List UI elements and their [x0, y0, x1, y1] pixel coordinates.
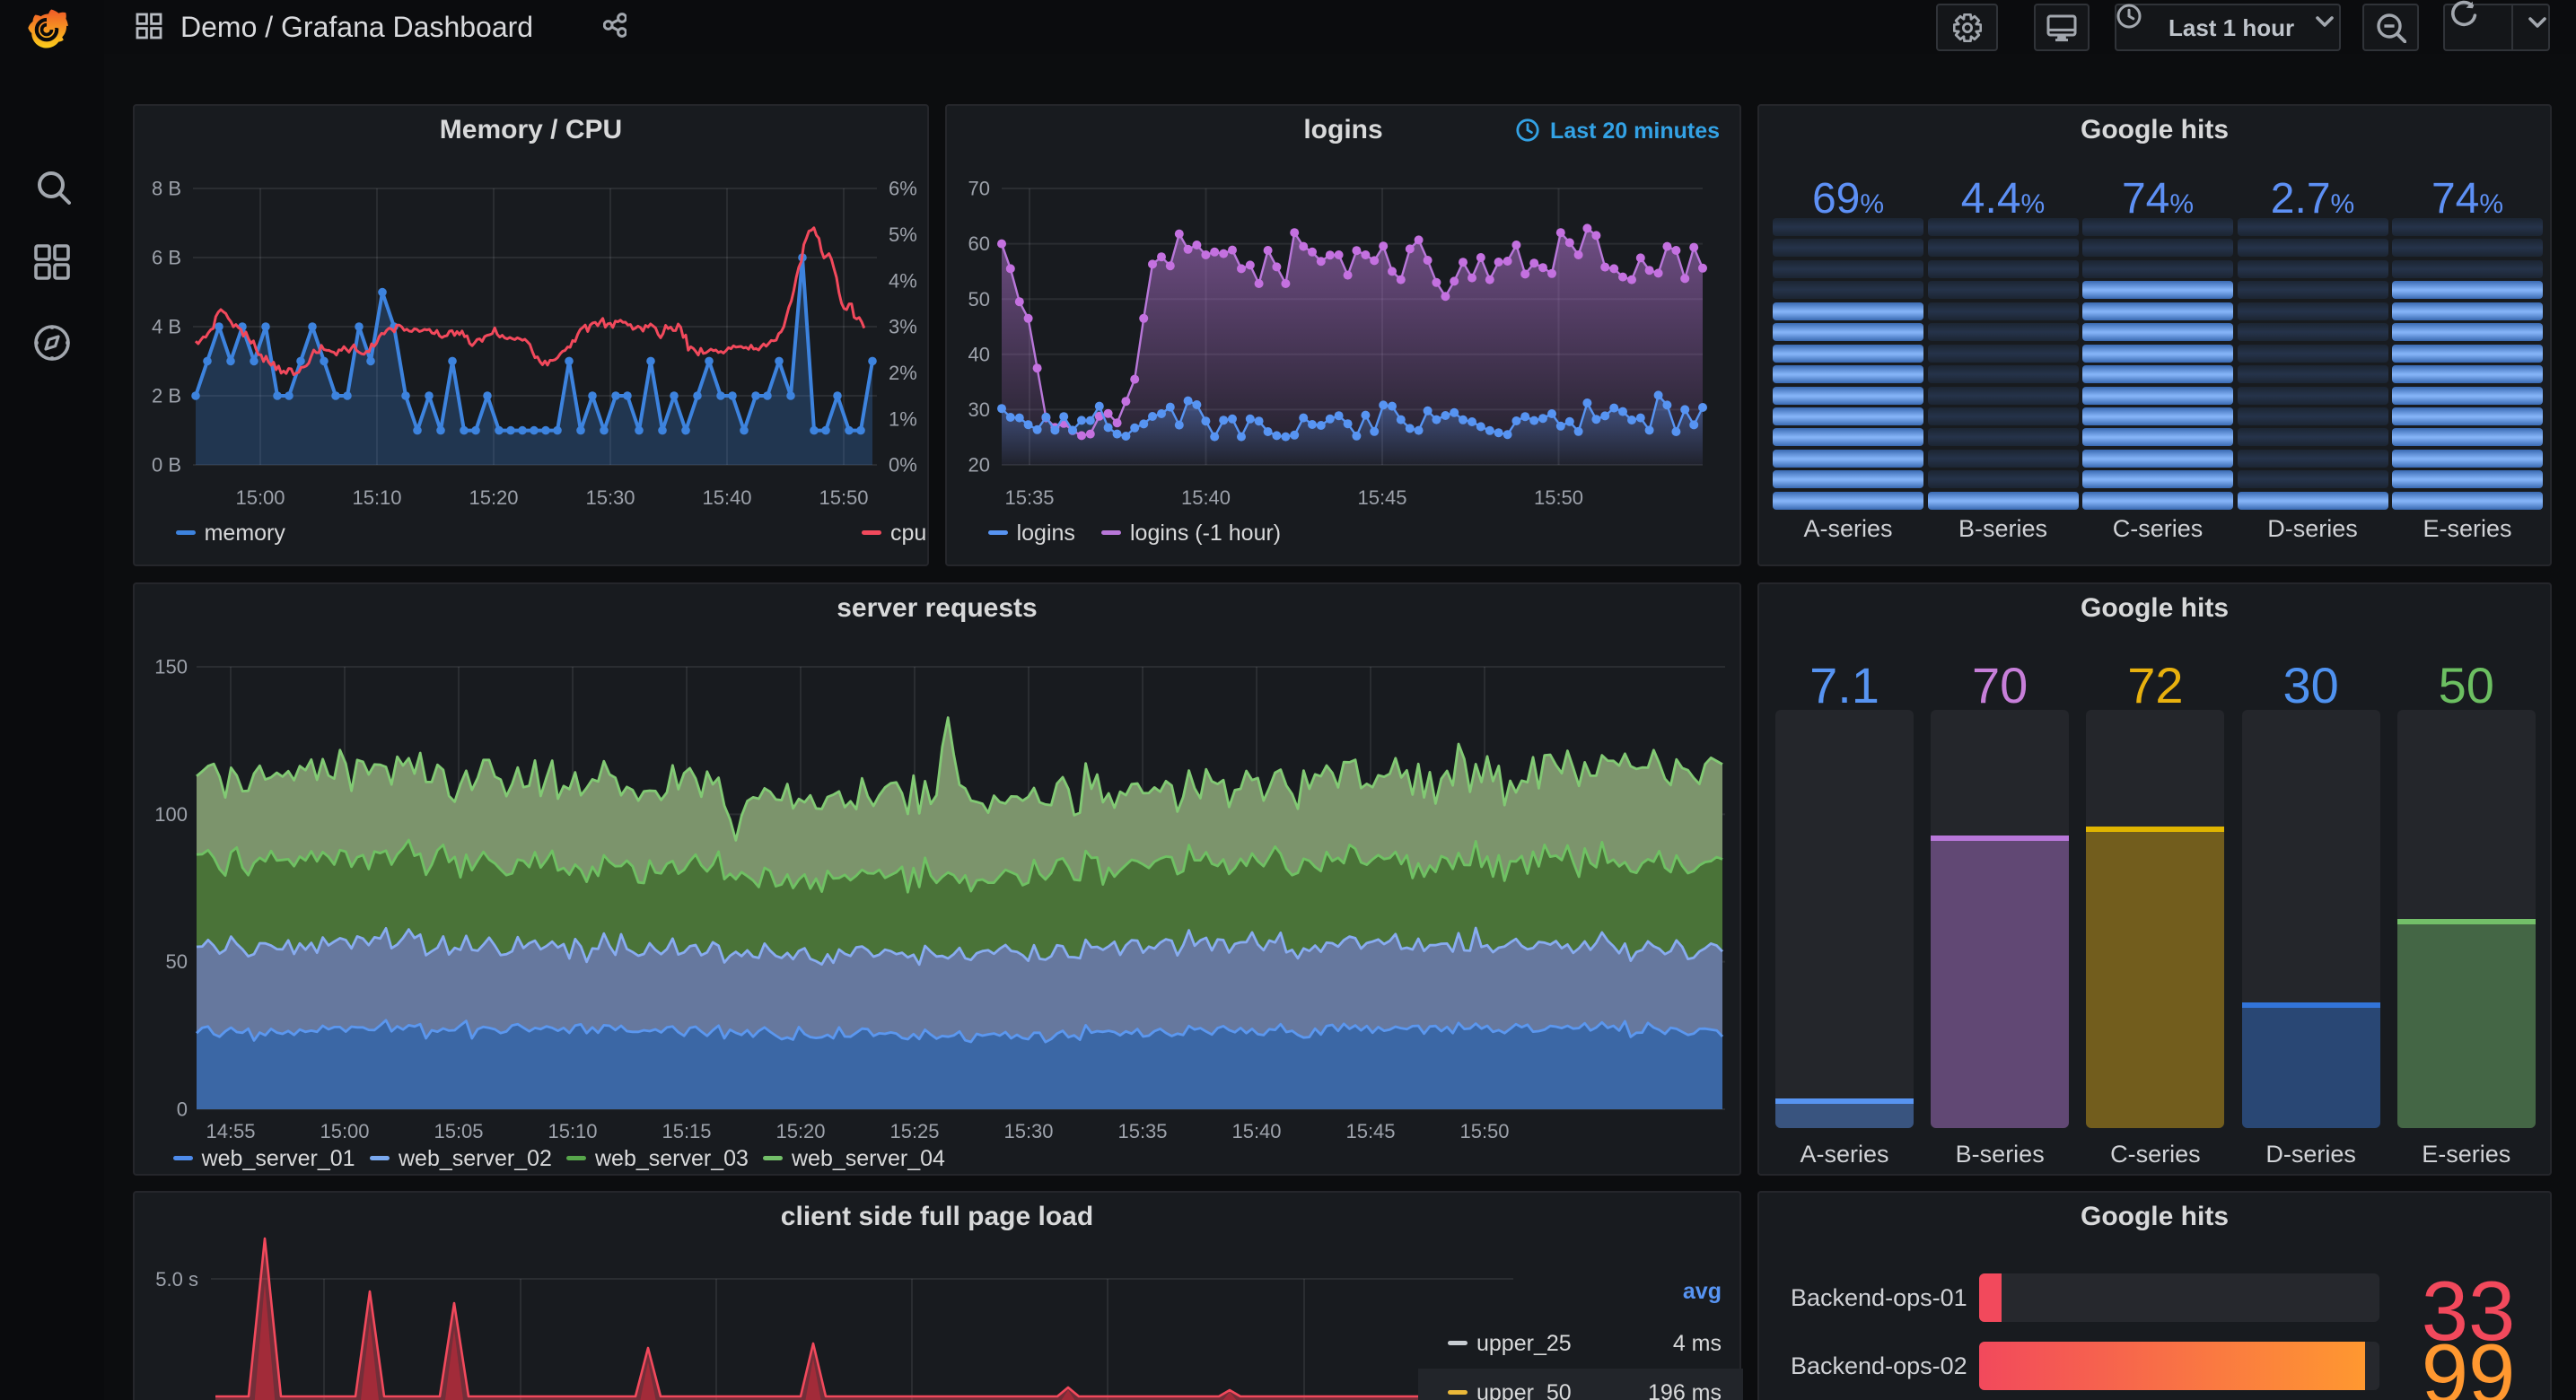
svg-text:50: 50 — [166, 950, 188, 973]
svg-text:5%: 5% — [889, 223, 917, 246]
svg-text:2%: 2% — [889, 362, 917, 384]
svg-text:15:00: 15:00 — [320, 1120, 369, 1142]
svg-text:15:05: 15:05 — [434, 1120, 483, 1142]
svg-text:1%: 1% — [889, 407, 917, 430]
svg-text:15:50: 15:50 — [1534, 486, 1583, 509]
svg-text:15:40: 15:40 — [1181, 486, 1231, 509]
svg-text:2 B: 2 B — [152, 385, 181, 407]
svg-text:6 B: 6 B — [152, 247, 181, 269]
svg-text:0: 0 — [177, 1098, 188, 1121]
svg-text:60: 60 — [968, 232, 990, 255]
svg-text:15:10: 15:10 — [548, 1120, 597, 1142]
svg-text:15:10: 15:10 — [352, 486, 401, 509]
svg-text:70: 70 — [968, 178, 990, 200]
svg-text:0%: 0% — [889, 454, 917, 477]
svg-text:100: 100 — [154, 803, 188, 826]
svg-text:150: 150 — [154, 656, 188, 678]
svg-text:6%: 6% — [889, 178, 917, 200]
svg-text:15:45: 15:45 — [1357, 486, 1406, 509]
svg-text:15:45: 15:45 — [1345, 1120, 1395, 1142]
svg-text:50: 50 — [968, 288, 990, 311]
svg-text:15:30: 15:30 — [585, 486, 635, 509]
svg-text:15:30: 15:30 — [1003, 1120, 1053, 1142]
svg-text:14:55: 14:55 — [206, 1120, 255, 1142]
svg-text:0 B: 0 B — [152, 454, 181, 477]
svg-text:8 B: 8 B — [152, 178, 181, 200]
svg-text:15:35: 15:35 — [1117, 1120, 1167, 1142]
svg-text:5.0 s: 5.0 s — [155, 1268, 198, 1291]
svg-text:4 B: 4 B — [152, 316, 181, 338]
svg-text:15:15: 15:15 — [662, 1120, 711, 1142]
svg-text:15:50: 15:50 — [819, 486, 868, 509]
svg-text:15:35: 15:35 — [1004, 486, 1054, 509]
svg-text:3%: 3% — [889, 316, 917, 338]
svg-text:15:00: 15:00 — [235, 486, 285, 509]
svg-text:15:20: 15:20 — [775, 1120, 825, 1142]
svg-text:15:40: 15:40 — [1231, 1120, 1281, 1142]
svg-text:30: 30 — [968, 398, 990, 421]
svg-text:15:50: 15:50 — [1459, 1120, 1509, 1142]
svg-text:4%: 4% — [889, 269, 917, 292]
svg-text:40: 40 — [968, 343, 990, 365]
svg-text:15:25: 15:25 — [889, 1120, 939, 1142]
svg-text:20: 20 — [968, 454, 990, 477]
svg-text:15:40: 15:40 — [702, 486, 751, 509]
svg-text:15:20: 15:20 — [469, 486, 518, 509]
